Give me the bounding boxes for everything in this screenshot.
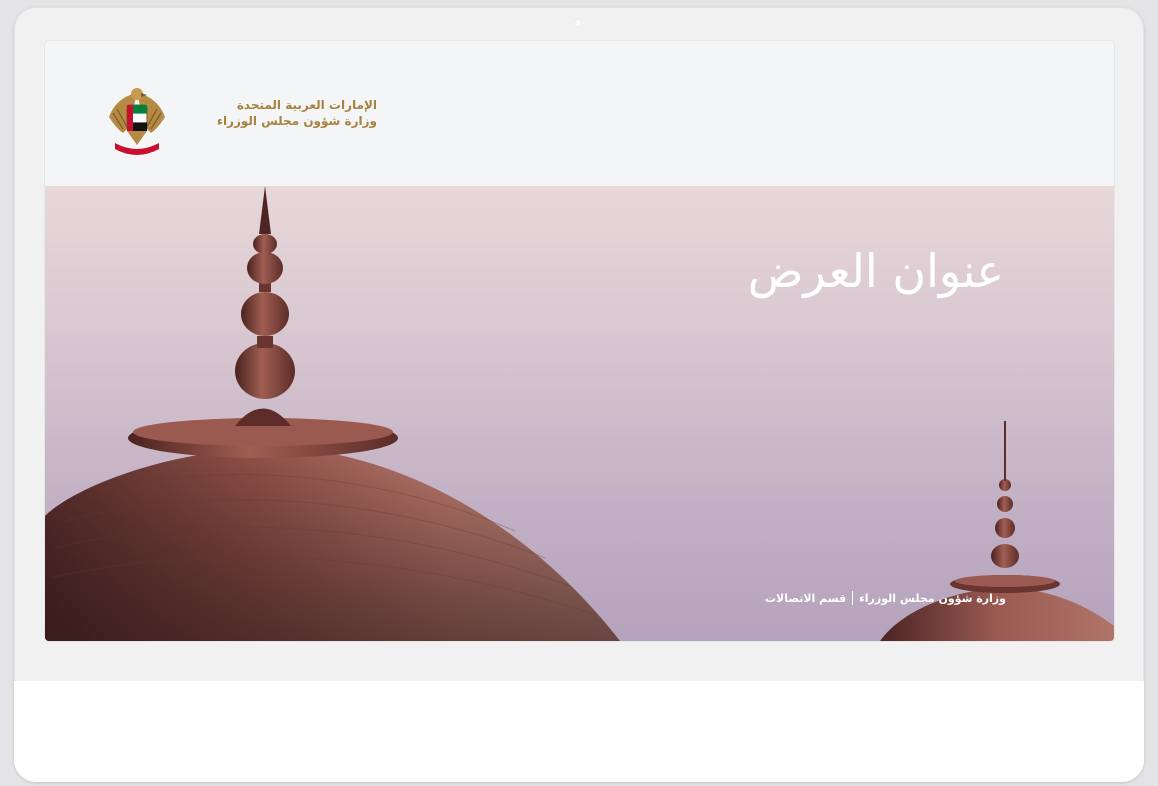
footer-ministry: وزارة شؤون مجلس الوزراء bbox=[859, 591, 1006, 605]
org-ministry-name: وزارة شؤون مجلس الوزراء bbox=[216, 114, 377, 128]
footer-separator bbox=[852, 591, 854, 605]
monitor-chin bbox=[14, 681, 1144, 782]
slide-header: الإمارات العربية المتحدة وزارة شؤون مجلس… bbox=[45, 41, 1114, 186]
organization-name: الإمارات العربية المتحدة وزارة شؤون مجلس… bbox=[177, 97, 377, 130]
hero-image: عنوان العرض وزارة شؤون مجلس الوزراء قسم … bbox=[45, 186, 1114, 641]
slide-screen: الإمارات العربية المتحدة وزارة شؤون مجلس… bbox=[45, 41, 1114, 641]
org-country-name: الإمارات العربية المتحدة bbox=[236, 98, 377, 112]
monitor-frame: الإمارات العربية المتحدة وزارة شؤون مجلس… bbox=[14, 7, 1144, 782]
uae-emblem-icon bbox=[109, 88, 165, 155]
presentation-title: عنوان العرض bbox=[747, 244, 1004, 298]
slide-footer: وزارة شؤون مجلس الوزراء قسم الاتصالات bbox=[765, 591, 1006, 605]
webcam-dot bbox=[574, 19, 582, 27]
footer-department: قسم الاتصالات bbox=[764, 591, 847, 605]
